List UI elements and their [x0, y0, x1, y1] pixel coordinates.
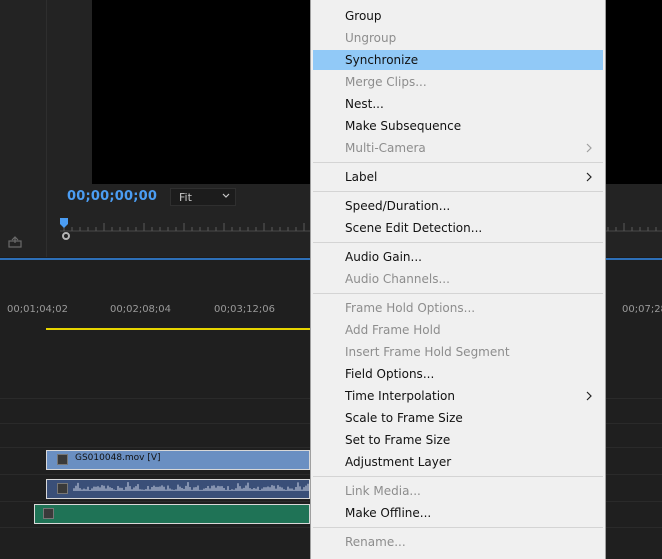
menu-item-label: Audio Channels...: [345, 272, 450, 286]
menu-item-multi-camera[interactable]: Multi-Camera: [313, 138, 603, 158]
menu-item-label: Set to Frame Size: [345, 433, 451, 447]
menu-item-label: Scale to Frame Size: [345, 411, 463, 425]
playhead-timecode[interactable]: 00;00;00;00: [67, 189, 157, 204]
menu-item-label: Label: [345, 170, 378, 184]
fx-badge-icon: [43, 508, 54, 519]
menu-item-ungroup[interactable]: Ungroup: [313, 28, 603, 48]
chevron-down-icon: [222, 193, 230, 198]
video-clip[interactable]: GS010048.mov [V]: [46, 450, 310, 470]
menu-item-link-media[interactable]: Link Media...: [313, 481, 603, 501]
work-area-bar[interactable]: [46, 328, 310, 330]
menu-item-make-subsequence[interactable]: Make Subsequence: [313, 116, 603, 136]
menu-item-nest[interactable]: Nest...: [313, 94, 603, 114]
menu-item-label: Insert Frame Hold Segment: [345, 345, 510, 359]
export-frame-icon[interactable]: [8, 236, 22, 248]
menu-item-audio-channels[interactable]: Audio Channels...: [313, 269, 603, 289]
menu-item-speed-duration[interactable]: Speed/Duration...: [313, 196, 603, 216]
scrub-handle[interactable]: [62, 232, 70, 240]
menu-item-scene-edit-detection[interactable]: Scene Edit Detection...: [313, 218, 603, 238]
submenu-arrow-icon: [586, 172, 592, 182]
fit-dropdown-label: Fit: [179, 191, 192, 204]
audio-clip[interactable]: [46, 479, 310, 499]
graphic-clip[interactable]: [34, 504, 310, 524]
menu-item-label: Add Frame Hold: [345, 323, 441, 337]
menu-item-label: Make Subsequence: [345, 119, 462, 133]
menu-item-label: Link Media...: [345, 484, 421, 498]
menu-item-label-submenu[interactable]: Label: [313, 167, 603, 187]
menu-item-label: Synchronize: [345, 53, 419, 67]
fx-badge-icon: [57, 483, 68, 494]
menu-item-adjustment-layer[interactable]: Adjustment Layer: [313, 452, 603, 472]
menu-separator: [313, 476, 603, 477]
menu-item-label: Adjustment Layer: [345, 455, 452, 469]
left-panel-strip: [0, 0, 47, 257]
menu-item-label: Frame Hold Options...: [345, 301, 476, 315]
menu-separator: [313, 293, 603, 294]
menu-item-audio-gain[interactable]: Audio Gain...: [313, 247, 603, 267]
menu-item-set-to-frame-size[interactable]: Set to Frame Size: [313, 430, 603, 450]
menu-item-make-offline[interactable]: Make Offline...: [313, 503, 603, 523]
menu-item-time-interpolation[interactable]: Time Interpolation: [313, 386, 603, 406]
menu-item-label: Ungroup: [345, 31, 397, 45]
menu-item-label: Scene Edit Detection...: [345, 221, 483, 235]
menu-item-label: Rename...: [345, 535, 406, 549]
menu-item-label: Nest...: [345, 97, 384, 111]
timeline-timecode: 00;01;04;02: [7, 304, 69, 315]
menu-item-insert-frame-hold-segment[interactable]: Insert Frame Hold Segment: [313, 342, 603, 362]
menu-item-field-options[interactable]: Field Options...: [313, 364, 603, 384]
menu-item-scale-to-frame-size[interactable]: Scale to Frame Size: [313, 408, 603, 428]
menu-item-label: Time Interpolation: [345, 389, 455, 403]
timeline-timecode: 00;02;08;04: [110, 304, 172, 315]
audio-waveform: [73, 482, 309, 491]
menu-item-group[interactable]: Group: [313, 6, 603, 26]
submenu-arrow-icon: [586, 391, 592, 401]
menu-item-frame-hold-options[interactable]: Frame Hold Options...: [313, 298, 603, 318]
menu-item-label: Field Options...: [345, 367, 435, 381]
menu-item-label: Group: [345, 9, 382, 23]
zoom-fit-dropdown[interactable]: Fit: [170, 188, 236, 206]
menu-item-label: Make Offline...: [345, 506, 432, 520]
menu-separator: [313, 191, 603, 192]
submenu-arrow-icon: [586, 143, 592, 153]
menu-item-label: Merge Clips...: [345, 75, 427, 89]
playhead-marker-icon[interactable]: [60, 218, 68, 228]
menu-separator: [313, 162, 603, 163]
menu-item-label: Multi-Camera: [345, 141, 426, 155]
clip-context-menu: Group Ungroup Synchronize Merge Clips...…: [310, 0, 606, 559]
timeline-timecode: 00;03;12;06: [214, 304, 276, 315]
menu-item-label: Speed/Duration...: [345, 199, 451, 213]
menu-item-synchronize[interactable]: Synchronize: [313, 50, 603, 70]
menu-separator: [313, 242, 603, 243]
menu-item-add-frame-hold[interactable]: Add Frame Hold: [313, 320, 603, 340]
menu-separator: [313, 527, 603, 528]
menu-item-merge-clips[interactable]: Merge Clips...: [313, 72, 603, 92]
video-clip-name: GS010048.mov [V]: [75, 453, 161, 463]
menu-item-label: Audio Gain...: [345, 250, 422, 264]
timeline-timecode: 00;07;28: [622, 304, 662, 315]
menu-item-rename[interactable]: Rename...: [313, 532, 603, 552]
fx-badge-icon: [57, 454, 68, 465]
